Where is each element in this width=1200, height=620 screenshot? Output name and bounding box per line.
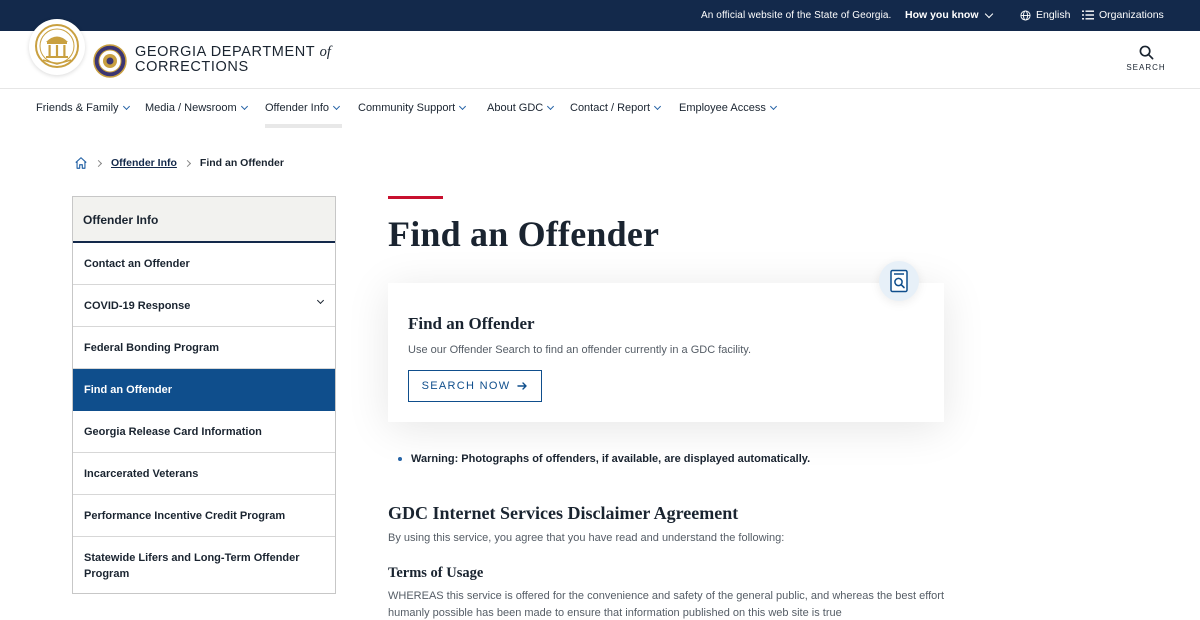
gdc-seal-logo[interactable] (93, 44, 127, 78)
chevron-down-icon (122, 102, 130, 111)
chevron-down-icon (547, 102, 555, 111)
card-description: Use our Offender Search to find an offen… (408, 344, 752, 356)
arrow-right-icon (517, 382, 528, 390)
search-now-button[interactable]: SEARCH NOW (408, 370, 542, 402)
how-you-know-toggle[interactable]: How you know (905, 9, 993, 21)
how-you-know-label: How you know (905, 9, 979, 21)
nav-community-support[interactable]: Community Support (358, 102, 467, 114)
sidebar-item-label: Incarcerated Veterans (84, 467, 199, 480)
breadcrumb-current: Find an Offender (199, 157, 284, 169)
photo-warning-text: Warning: Photographs of offenders, if av… (411, 453, 811, 465)
organizations-menu[interactable]: Organizations (1082, 9, 1164, 21)
home-icon[interactable] (74, 156, 88, 170)
nav-label: Employee Access (679, 102, 766, 114)
georgia-state-seal-logo[interactable] (29, 19, 85, 75)
nav-employee-access[interactable]: Employee Access (679, 102, 777, 114)
sidebar-item-label: COVID-19 Response (84, 299, 191, 312)
sidebar-item-statewide-lifers[interactable]: Statewide Lifers and Long-Term Offender … (73, 537, 335, 594)
nav-label: Community Support (358, 102, 456, 114)
nav-offender-info[interactable]: Offender Info (265, 102, 341, 114)
organizations-label: Organizations (1099, 9, 1164, 21)
bullet-icon (398, 457, 402, 461)
list-icon (1082, 10, 1094, 20)
sidebar-item-label: Georgia Release Card Information (84, 425, 262, 438)
sidebar-heading[interactable]: Offender Info (73, 197, 335, 243)
breadcrumb-separator-icon (183, 159, 191, 167)
card-title: Find an Offender (408, 314, 535, 333)
photo-warning: Warning: Photographs of offenders, if av… (398, 453, 810, 465)
terms-text: WHEREAS this service is offered for the … (388, 590, 945, 619)
find-offender-card: Find an Offender Use our Offender Search… (388, 283, 944, 422)
chevron-down-icon (459, 102, 467, 111)
chevron-down-icon (654, 102, 662, 111)
sidebar-nav: Offender Info Contact an Offender COVID-… (72, 196, 336, 594)
chevron-down-icon[interactable] (316, 296, 325, 305)
nav-label: Friends & Family (36, 102, 119, 114)
nav-label: Offender Info (265, 102, 330, 114)
sidebar-item-incarcerated-veterans[interactable]: Incarcerated Veterans (73, 453, 335, 495)
sidebar-item-federal-bonding[interactable]: Federal Bonding Program (73, 327, 335, 369)
breadcrumb-offender-info[interactable]: Offender Info (111, 157, 177, 169)
sidebar-item-label: Find an Offender (84, 383, 172, 396)
document-search-icon (879, 261, 919, 301)
official-site-text: An official website of the State of Geor… (701, 10, 892, 21)
nav-about-gdc[interactable]: About GDC (487, 102, 555, 114)
sidebar-item-label: Federal Bonding Program (84, 341, 220, 354)
chevron-down-icon (240, 102, 248, 111)
official-site-banner: An official website of the State of Geor… (0, 0, 1200, 31)
nav-label: Media / Newsroom (145, 102, 237, 114)
title-accent-rule (388, 196, 443, 199)
globe-icon (1020, 9, 1031, 21)
search-icon (1139, 45, 1153, 60)
nav-label: About GDC (487, 102, 544, 114)
active-nav-indicator (265, 124, 342, 128)
header-search-button[interactable]: SEARCH (1124, 45, 1168, 77)
disclaimer-intro: By using this service, you agree that yo… (388, 532, 785, 544)
sidebar-item-label: Statewide Lifers and Long-Term Offender … (84, 551, 300, 580)
sidebar-item-find-an-offender[interactable]: Find an Offender (73, 369, 335, 411)
main-navigation: Friends & Family Media / Newsroom Offend… (0, 89, 1200, 131)
language-selector[interactable]: English (1020, 9, 1070, 21)
agency-name-line1: GEORGIA DEPARTMENT (135, 44, 315, 60)
chevron-down-icon (332, 102, 341, 111)
terms-heading: Terms of Usage (388, 565, 484, 581)
agency-name[interactable]: GEORGIA DEPARTMENT of CORRECTIONS (135, 45, 331, 75)
sidebar-item-contact-an-offender[interactable]: Contact an Offender (73, 243, 335, 285)
chevron-down-icon (769, 102, 777, 111)
nav-label: Contact / Report (570, 102, 651, 114)
agency-name-line2: CORRECTIONS (135, 59, 249, 75)
sidebar-item-performance-incentive[interactable]: Performance Incentive Credit Program (73, 495, 335, 537)
nav-friends-family[interactable]: Friends & Family (36, 102, 130, 114)
agency-name-of: of (319, 44, 331, 60)
language-label: English (1036, 9, 1071, 21)
nav-contact-report[interactable]: Contact / Report (570, 102, 662, 114)
search-now-label: SEARCH NOW (421, 380, 511, 392)
breadcrumb-separator-icon (94, 159, 103, 167)
disclaimer-heading: GDC Internet Services Disclaimer Agreeme… (388, 503, 739, 523)
sidebar-item-release-card[interactable]: Georgia Release Card Information (73, 411, 335, 453)
page-title: Find an Offender (388, 214, 660, 254)
nav-media-newsroom[interactable]: Media / Newsroom (145, 102, 248, 114)
sidebar-item-covid-19-response[interactable]: COVID-19 Response (73, 285, 335, 327)
sidebar-item-label: Contact an Offender (84, 257, 190, 270)
breadcrumb: Offender Info Find an Offender (74, 155, 284, 171)
chevron-down-icon (984, 9, 993, 18)
search-label: SEARCH (1126, 63, 1166, 72)
sidebar-item-label: Performance Incentive Credit Program (84, 509, 286, 522)
